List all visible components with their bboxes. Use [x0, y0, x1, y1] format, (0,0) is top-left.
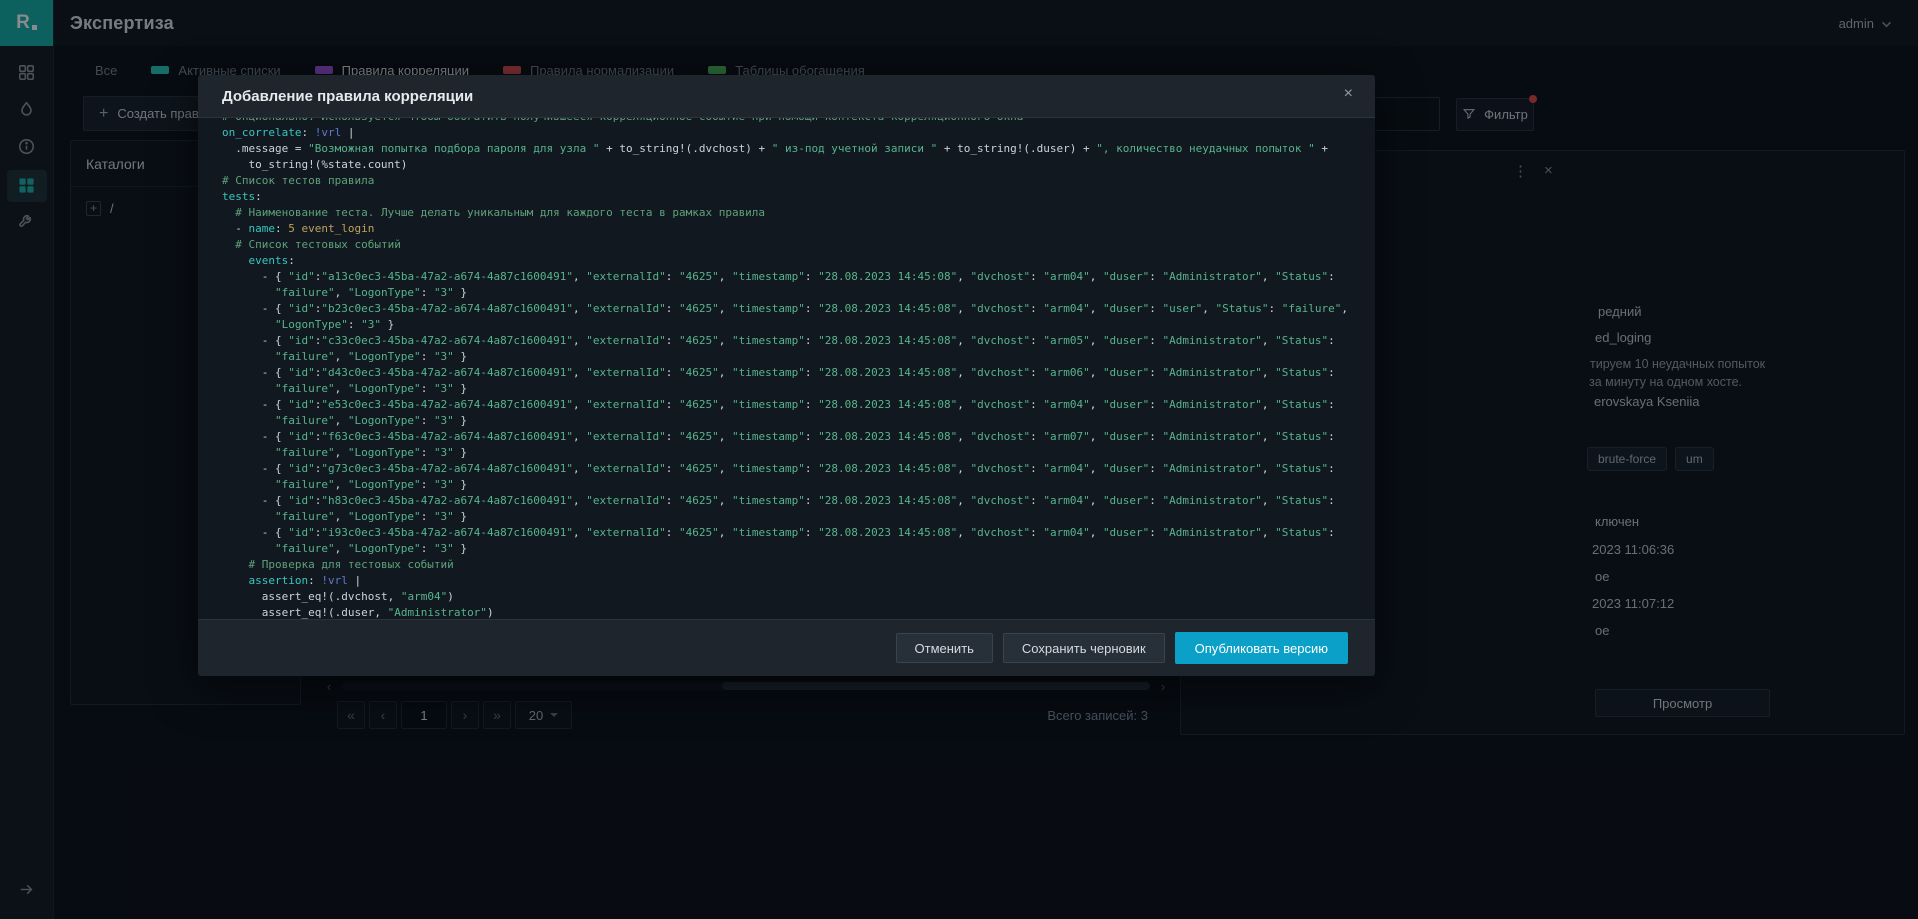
screen: R — [0, 0, 1918, 919]
modal-close-button[interactable]: × — [1344, 86, 1353, 102]
code-line: assertion: !vrl | — [222, 573, 1355, 589]
code-line: on_correlate: !vrl | — [222, 125, 1355, 141]
modal-header: Добавление правила корреляции × — [198, 75, 1375, 118]
code-line: # Наименование теста. Лучше делать уника… — [222, 205, 1355, 221]
publish-version-button[interactable]: Опубликовать версию — [1175, 632, 1348, 664]
save-draft-button[interactable]: Сохранить черновик — [1003, 633, 1165, 663]
code-line: .message = "Возможная попытка подбора па… — [222, 141, 1355, 173]
code-line: assert_eq!(.dvchost, "arm04") — [222, 589, 1355, 605]
code-line: - { "id":"h83c0ec3-45ba-47a2-a674-4a87c1… — [222, 493, 1355, 525]
code-line: - { "id":"i93c0ec3-45ba-47a2-a674-4a87c1… — [222, 525, 1355, 557]
code-line: events: — [222, 253, 1355, 269]
cancel-button[interactable]: Отменить — [896, 633, 993, 663]
code-content: # Опционально. Используется чтобы обогат… — [222, 118, 1355, 619]
code-line: # Проверка для тестовых событий — [222, 557, 1355, 573]
code-line: assert_eq!(.duser, "Administrator") — [222, 605, 1355, 619]
modal-footer: Отменить Сохранить черновик Опубликовать… — [198, 619, 1375, 676]
code-editor[interactable]: # Опционально. Используется чтобы обогат… — [198, 118, 1375, 619]
code-line: - { "id":"g73c0ec3-45ba-47a2-a674-4a87c1… — [222, 461, 1355, 493]
code-line: - { "id":"d43c0ec3-45ba-47a2-a674-4a87c1… — [222, 365, 1355, 397]
code-line: - { "id":"b23c0ec3-45ba-47a2-a674-4a87c1… — [222, 301, 1355, 333]
code-line: # Опционально. Используется чтобы обогат… — [222, 118, 1355, 125]
code-line: - name: 5 event_login — [222, 221, 1355, 237]
modal-add-correlation-rule: Добавление правила корреляции × # Опцион… — [198, 75, 1375, 676]
code-line: - { "id":"a13c0ec3-45ba-47a2-a674-4a87c1… — [222, 269, 1355, 301]
code-line: - { "id":"f63c0ec3-45ba-47a2-a674-4a87c1… — [222, 429, 1355, 461]
code-line: # Список тестов правила — [222, 173, 1355, 189]
modal-title: Добавление правила корреляции — [222, 88, 473, 105]
code-line: tests: — [222, 189, 1355, 205]
code-line: # Список тестовых событий — [222, 237, 1355, 253]
code-line: - { "id":"e53c0ec3-45ba-47a2-a674-4a87c1… — [222, 397, 1355, 429]
code-line: - { "id":"c33c0ec3-45ba-47a2-a674-4a87c1… — [222, 333, 1355, 365]
